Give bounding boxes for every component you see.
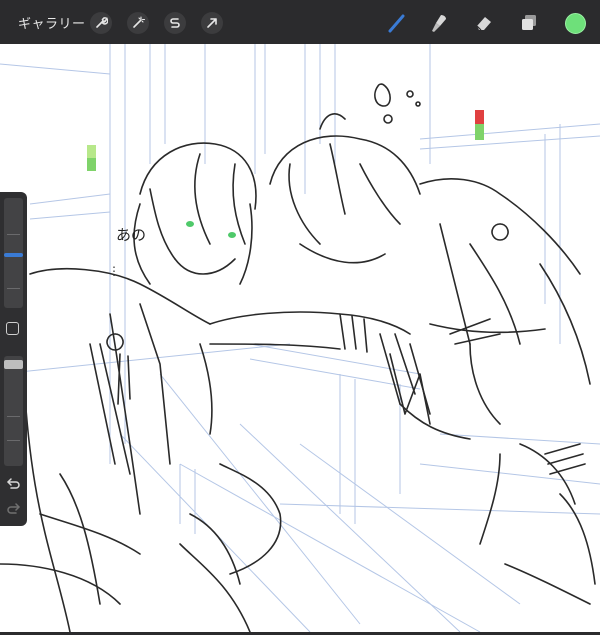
color-picker-swatch[interactable] (565, 13, 586, 34)
left-sidebar (0, 192, 27, 526)
opacity-slider[interactable] (4, 356, 23, 466)
layers-icon[interactable] (517, 11, 541, 35)
mark-red (475, 110, 484, 124)
mark-green (87, 145, 96, 158)
smudge-icon[interactable] (428, 11, 452, 35)
gallery-button[interactable]: ギャラリー (18, 13, 86, 32)
brush-icon[interactable] (385, 11, 409, 35)
sketch-artwork (0, 44, 600, 632)
eraser-icon[interactable] (472, 11, 496, 35)
redo-icon[interactable] (5, 501, 22, 518)
wrench-icon[interactable] (90, 12, 112, 34)
top-toolbar: ギャラリー (0, 0, 600, 44)
opacity-thumb[interactable] (4, 360, 23, 369)
selection-s-icon[interactable] (164, 12, 186, 34)
brush-size-thumb[interactable] (4, 253, 23, 257)
drawing-canvas[interactable]: あの ⋮ (0, 44, 600, 632)
magic-wand-icon[interactable] (127, 12, 149, 34)
annotation-dots: ⋮ (108, 264, 120, 278)
arrow-cursor-icon[interactable] (201, 12, 223, 34)
undo-icon[interactable] (5, 476, 22, 493)
annotation-text: あの (116, 226, 147, 244)
modify-square-button[interactable] (6, 322, 19, 335)
